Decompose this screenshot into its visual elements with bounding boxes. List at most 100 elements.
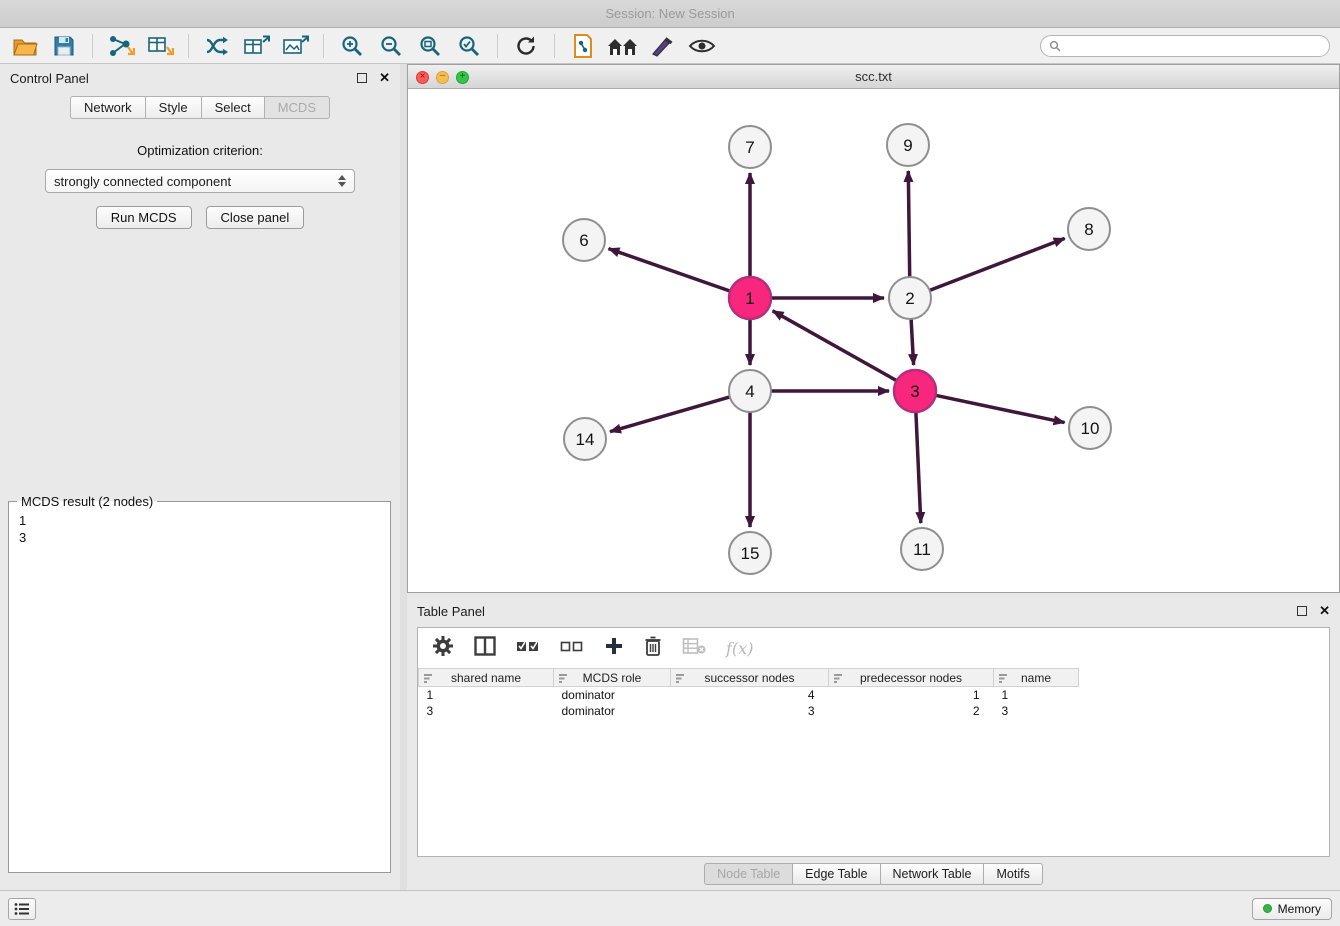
tab-node-table[interactable]: Node Table [704,863,793,885]
tab-network[interactable]: Network [70,96,146,119]
cell-successor-nodes[interactable]: 4 [671,687,829,703]
table-row[interactable]: 3dominator323 [419,703,1330,719]
export-table-icon[interactable] [241,31,271,61]
svg-text:10: 10 [1081,419,1100,438]
tab-network-table[interactable]: Network Table [880,863,985,885]
network-arrows-icon[interactable] [202,31,232,61]
close-panel-icon[interactable] [379,70,390,86]
column-header-mcds-role[interactable]: MCDS role [554,669,671,687]
svg-text:8: 8 [1084,220,1093,239]
close-window-icon[interactable] [416,71,429,84]
maximize-window-icon[interactable] [456,71,469,84]
control-panel-title: Control Panel [10,71,89,86]
panel-splitter[interactable] [400,64,407,890]
search-input[interactable] [1066,39,1321,53]
edge-2-8[interactable] [930,238,1065,290]
edge-4-14[interactable] [610,397,730,432]
node-9[interactable]: 9 [887,124,929,166]
svg-text:14: 14 [576,430,595,449]
memory-button-label: Memory [1278,902,1321,916]
import-table-icon[interactable] [145,31,175,61]
document-network-icon[interactable] [568,31,598,61]
node-15[interactable]: 15 [729,532,771,574]
node-6[interactable]: 6 [563,219,605,261]
edge-2-3[interactable] [911,319,914,365]
cell-successor-nodes[interactable]: 3 [671,703,829,719]
table-toolbar: f(x) [418,628,1329,668]
task-history-icon[interactable] [8,898,36,920]
edge-2-9[interactable] [908,171,909,277]
save-session-icon[interactable] [49,31,79,61]
column-header-successor-nodes[interactable]: successor nodes [671,669,829,687]
memory-button[interactable]: Memory [1252,898,1332,920]
tab-select[interactable]: Select [201,96,265,119]
edge-3-11[interactable] [916,412,921,523]
deselect-all-columns-icon[interactable] [560,638,584,659]
node-10[interactable]: 10 [1069,407,1111,449]
cell-shared-name[interactable]: 1 [419,687,554,703]
cell-name[interactable]: 3 [994,703,1079,719]
cell-mcds-role[interactable]: dominator [554,703,671,719]
node-8[interactable]: 8 [1068,208,1110,250]
import-network-icon[interactable] [106,31,136,61]
close-table-panel-icon[interactable] [1319,603,1330,619]
network-canvas[interactable]: 7 9 6 8 1 2 4 3 14 10 15 11 [408,89,1339,592]
zoom-fit-icon[interactable] [415,31,445,61]
column-header-shared-name[interactable]: shared name [419,669,554,687]
node-4[interactable]: 4 [729,370,771,412]
mcds-result-line: 1 [19,512,380,529]
tab-style[interactable]: Style [145,96,202,119]
show-columns-icon[interactable] [474,636,496,661]
cell-filler [1079,687,1330,703]
node-11[interactable]: 11 [901,528,943,570]
zoom-selected-icon[interactable] [454,31,484,61]
node-7[interactable]: 7 [729,126,771,168]
select-all-columns-icon[interactable] [516,638,540,659]
node-3[interactable]: 3 [894,370,936,412]
zoom-in-icon[interactable] [337,31,367,61]
node-1[interactable]: 1 [729,277,771,319]
delete-row-trash-icon[interactable] [644,635,662,662]
cell-shared-name[interactable]: 3 [419,703,554,719]
svg-text:3: 3 [910,382,919,401]
minimize-window-icon[interactable] [436,71,449,84]
svg-text:7: 7 [745,138,754,157]
edge-1-6[interactable] [609,249,731,292]
node-14[interactable]: 14 [564,418,606,460]
node-2[interactable]: 2 [889,277,931,319]
cell-name[interactable]: 1 [994,687,1079,703]
column-header-name[interactable]: name [994,669,1079,687]
houses-icon[interactable] [607,31,639,61]
criterion-dropdown[interactable]: strongly connected component [45,169,355,193]
export-image-icon[interactable] [280,31,310,61]
add-column-icon[interactable] [604,636,624,661]
edge-3-1[interactable] [773,311,897,381]
edge-3-10[interactable] [936,395,1065,422]
close-panel-button[interactable]: Close panel [206,206,305,229]
window-title: Session: New Session [605,6,734,21]
run-mcds-button[interactable]: Run MCDS [96,206,192,229]
toolbar-separator [323,34,324,58]
refresh-icon[interactable] [511,31,541,61]
mcds-result-line: 3 [19,529,380,546]
optimization-criterion-label: Optimization criterion: [0,143,400,158]
eye-icon[interactable] [687,31,717,61]
float-table-panel-icon[interactable] [1297,606,1307,616]
search-field[interactable] [1040,35,1330,57]
zoom-out-icon[interactable] [376,31,406,61]
cell-mcds-role[interactable]: dominator [554,687,671,703]
open-folder-icon[interactable] [10,31,40,61]
tab-motifs[interactable]: Motifs [983,863,1042,885]
brush-icon[interactable] [648,31,678,61]
tab-edge-table[interactable]: Edge Table [792,863,880,885]
cell-predecessor-nodes[interactable]: 1 [829,687,994,703]
svg-text:11: 11 [913,540,931,559]
cell-predecessor-nodes[interactable]: 2 [829,703,994,719]
float-panel-icon[interactable] [357,73,367,83]
table-panel-content: f(x) shared nameMCDS rolesuccessor nodes… [417,627,1330,857]
main-toolbar [0,28,1340,64]
table-settings-gear-icon[interactable] [432,635,454,662]
column-header-predecessor-nodes[interactable]: predecessor nodes [829,669,994,687]
tab-mcds[interactable]: MCDS [264,96,330,119]
table-row[interactable]: 1dominator411 [419,687,1330,703]
